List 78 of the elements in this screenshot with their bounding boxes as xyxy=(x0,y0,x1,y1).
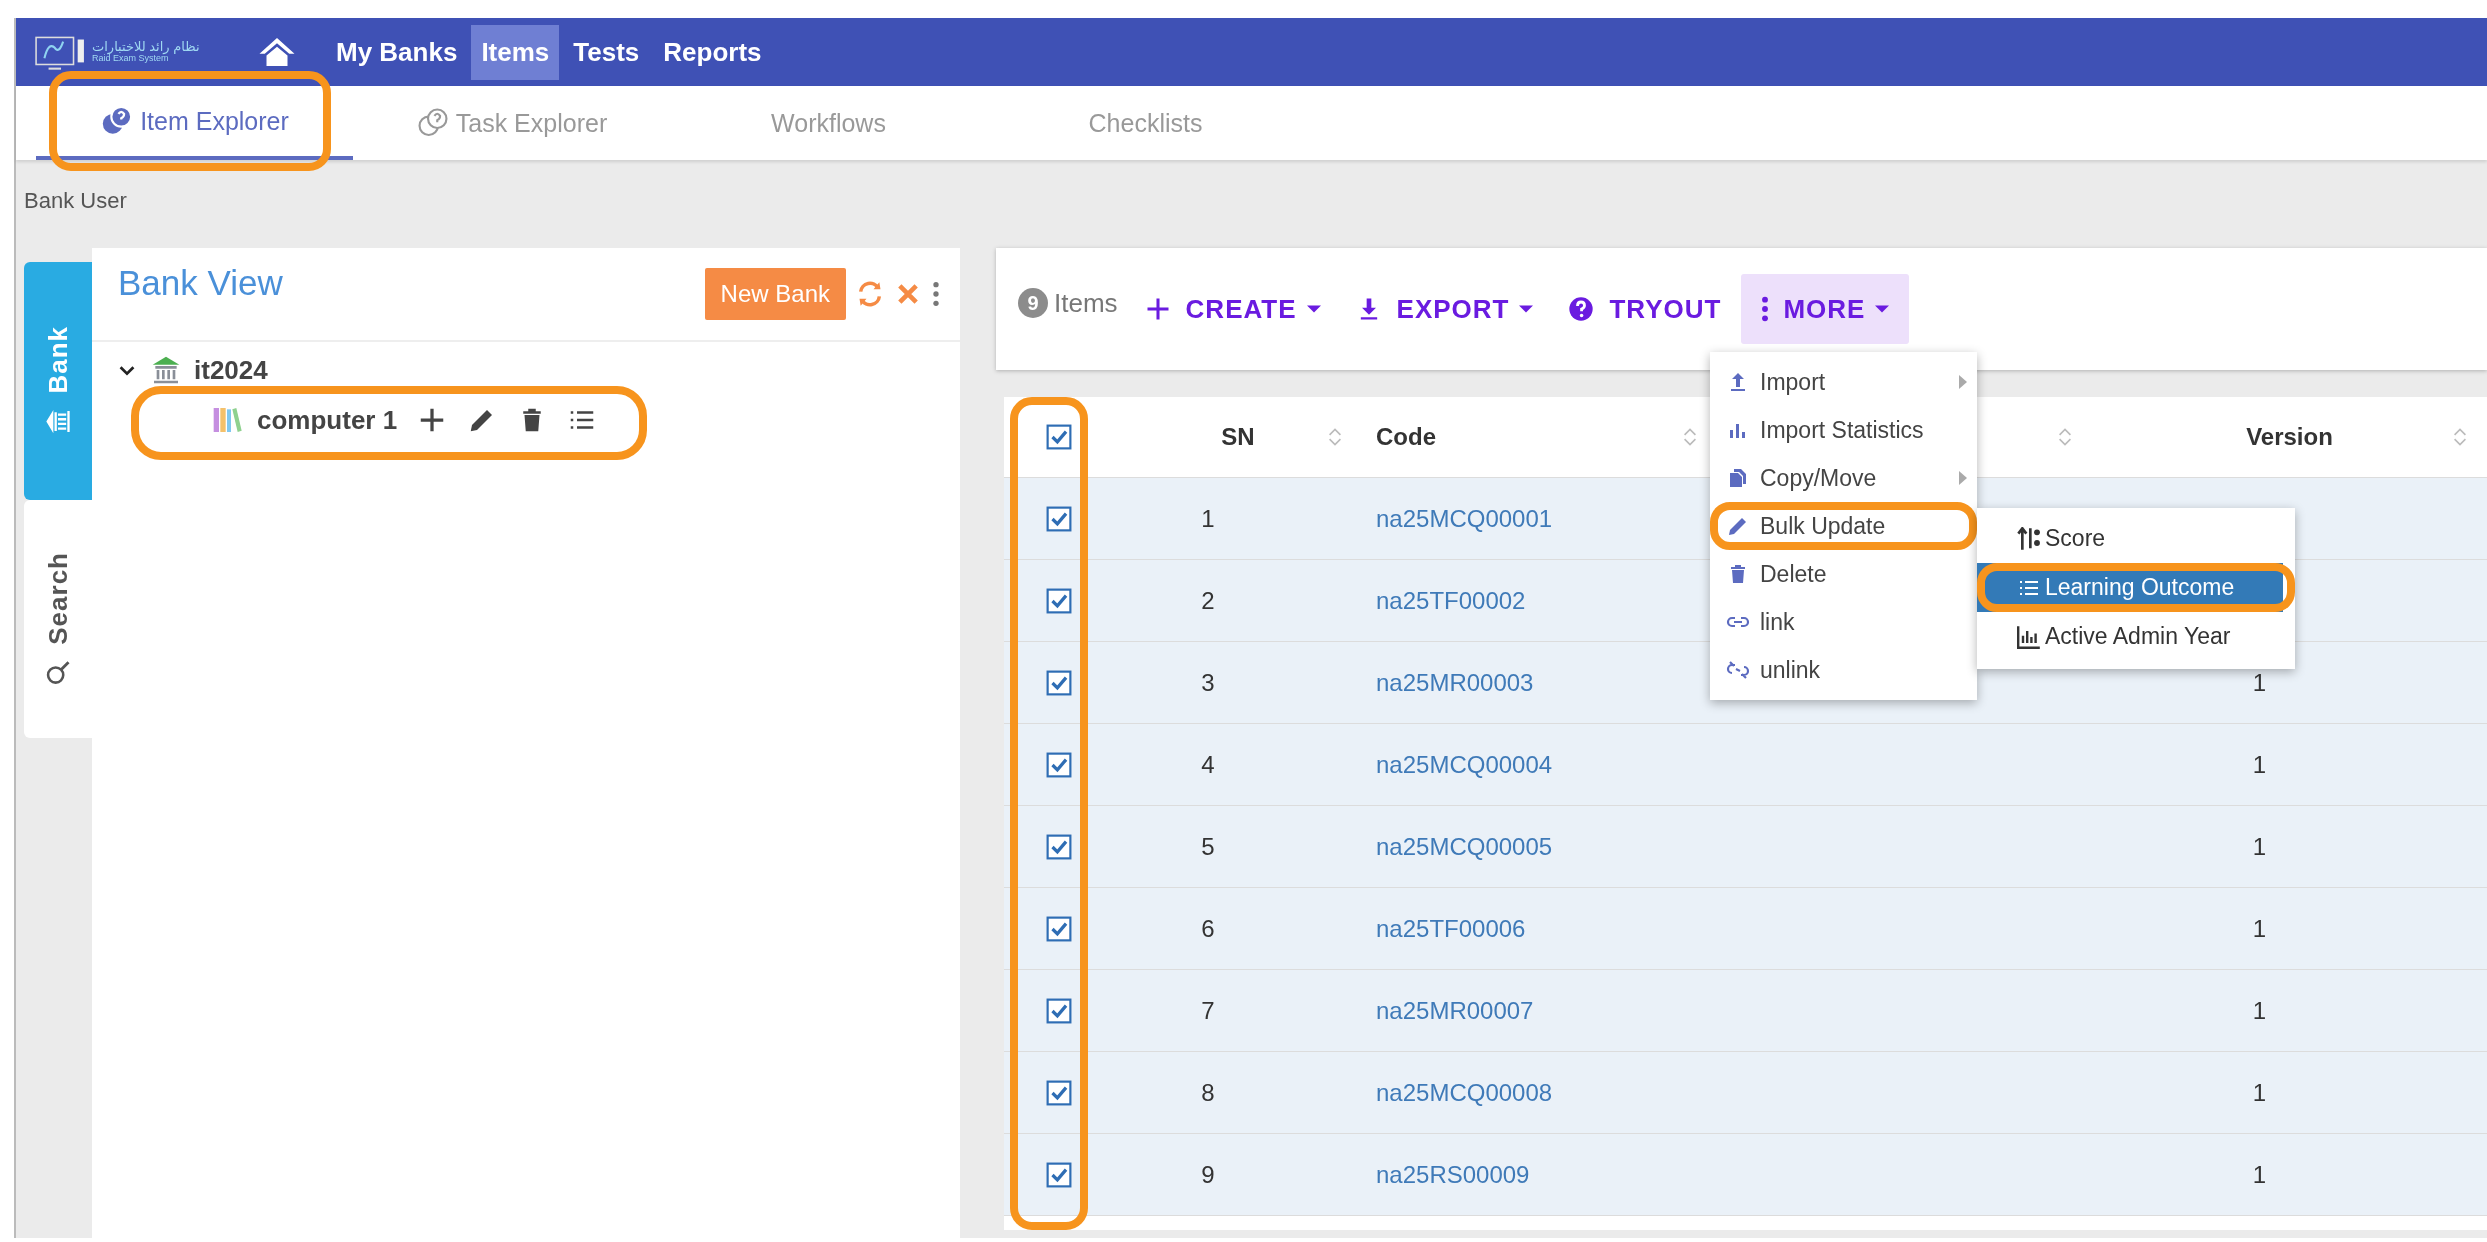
table-cell-text: 5 xyxy=(1201,832,1216,861)
item-code-link[interactable]: na25MR00003 xyxy=(1376,668,1534,697)
checkbox[interactable] xyxy=(1046,751,1072,778)
items-label: Items xyxy=(1054,287,1118,319)
toolbar-button[interactable]: TRYOUT xyxy=(1553,274,1736,344)
submenu-item[interactable]: Score xyxy=(1977,514,2295,563)
item-code-link[interactable]: na25MCQ00005 xyxy=(1376,832,1553,861)
menu-item[interactable]: Delete xyxy=(1710,550,1977,598)
item-code-link[interactable]: na25MCQ00008 xyxy=(1376,1078,1553,1107)
question-icon xyxy=(1567,295,1596,323)
table-cell-text: 1 xyxy=(2252,832,2268,861)
table-cell-text: 3 xyxy=(1201,668,1216,697)
side-tab[interactable]: Search xyxy=(24,500,92,738)
item-code-link[interactable]: na25MR00007 xyxy=(1376,996,1534,1025)
column-header[interactable]: Code xyxy=(1376,423,1677,451)
table-cell-text: 1 xyxy=(1201,504,1216,533)
sort-icon xyxy=(2017,526,2041,551)
table-cell-text: 7 xyxy=(1201,996,1216,1025)
table-cell-text: 2 xyxy=(1201,586,1216,615)
count-badge: 9 xyxy=(1018,288,1048,318)
item-code-link[interactable]: na25MCQ00004 xyxy=(1376,750,1553,779)
toolbar-button[interactable]: MORE xyxy=(1741,274,1910,344)
column-header[interactable]: Version xyxy=(2132,423,2447,451)
toolbar-button[interactable]: EXPORT xyxy=(1340,274,1548,344)
menu-item[interactable]: Copy/Move xyxy=(1710,454,1977,502)
tab[interactable]: Item Explorer xyxy=(36,86,353,160)
more-icon xyxy=(1761,295,1770,323)
more-icon[interactable] xyxy=(932,280,940,308)
checkbox[interactable] xyxy=(1046,669,1072,696)
checkbox[interactable] xyxy=(1046,915,1072,942)
chart-icon xyxy=(2017,624,2041,649)
checkbox[interactable] xyxy=(1046,587,1072,614)
table-cell-text: 4 xyxy=(1201,750,1216,779)
checkbox[interactable] xyxy=(1046,833,1072,860)
nav-link[interactable]: Tests xyxy=(563,24,650,80)
menu-item[interactable]: Bulk Update xyxy=(1710,502,1977,550)
table-cell-text: 1 xyxy=(2252,750,2268,779)
table-cell-text: 1 xyxy=(2252,668,2268,697)
table-row[interactable]: 5 na25MCQ00005 1 xyxy=(1004,806,2487,888)
table-cell-text: 1 xyxy=(2252,996,2268,1025)
checkbox[interactable] xyxy=(1046,997,1072,1024)
table-cell-text: 6 xyxy=(1201,914,1216,943)
tree-item[interactable]: computer 1 xyxy=(257,404,398,436)
logo-title: نظام رائد للاختبارات xyxy=(92,40,200,55)
table-row[interactable]: 6 na25TF00006 1 xyxy=(1004,888,2487,970)
item-code-link[interactable]: na25MCQ00001 xyxy=(1376,504,1553,533)
menu-item[interactable]: Import Statistics xyxy=(1710,406,1977,454)
table-row[interactable]: 7 na25MR00007 1 xyxy=(1004,970,2487,1052)
toolbar-button[interactable]: CREATE xyxy=(1129,274,1335,344)
menu-item[interactable]: unlink xyxy=(1710,646,1977,694)
checkbox[interactable] xyxy=(1046,1079,1072,1106)
table-row[interactable]: 9 na25RS00009 1 xyxy=(1004,1134,2487,1216)
bank-icon xyxy=(150,354,182,386)
table-cell-text: 1 xyxy=(2252,1078,2268,1107)
table-cell-text: 1 xyxy=(2252,1160,2268,1189)
table-cell-text: 9 xyxy=(1201,1160,1216,1189)
nav-link[interactable]: My Banks xyxy=(326,24,468,80)
submenu-item[interactable]: Active Admin Year xyxy=(1977,612,2295,661)
breadcrumb: Bank User xyxy=(23,187,128,215)
column-header[interactable]: SN xyxy=(1154,423,1322,451)
table-row[interactable]: 4 na25MCQ00004 1 xyxy=(1004,724,2487,806)
item-code-link[interactable]: na25RS00009 xyxy=(1376,1160,1530,1189)
table-cell-text: 8 xyxy=(1201,1078,1216,1107)
checkbox[interactable] xyxy=(1046,1161,1072,1188)
table-row[interactable]: 8 na25MCQ00008 1 xyxy=(1004,1052,2487,1134)
search-icon xyxy=(44,658,72,687)
nav-link[interactable]: Reports xyxy=(653,24,772,80)
tree-item[interactable]: it2024 xyxy=(194,354,268,386)
panel-title: Bank View xyxy=(118,263,283,303)
checkbox[interactable] xyxy=(1046,505,1072,532)
menu-item[interactable]: Import xyxy=(1710,358,1977,406)
table-cell-text: 1 xyxy=(2252,914,2268,943)
checkbox[interactable] xyxy=(1046,424,1072,450)
logo-subtitle: Raid Exam System xyxy=(92,54,170,64)
menu-item[interactable]: link xyxy=(1710,598,1977,646)
item-code-link[interactable]: na25TF00006 xyxy=(1376,914,1526,943)
item-code-link[interactable]: na25TF00002 xyxy=(1376,586,1526,615)
nav-link[interactable]: Items xyxy=(471,24,560,80)
